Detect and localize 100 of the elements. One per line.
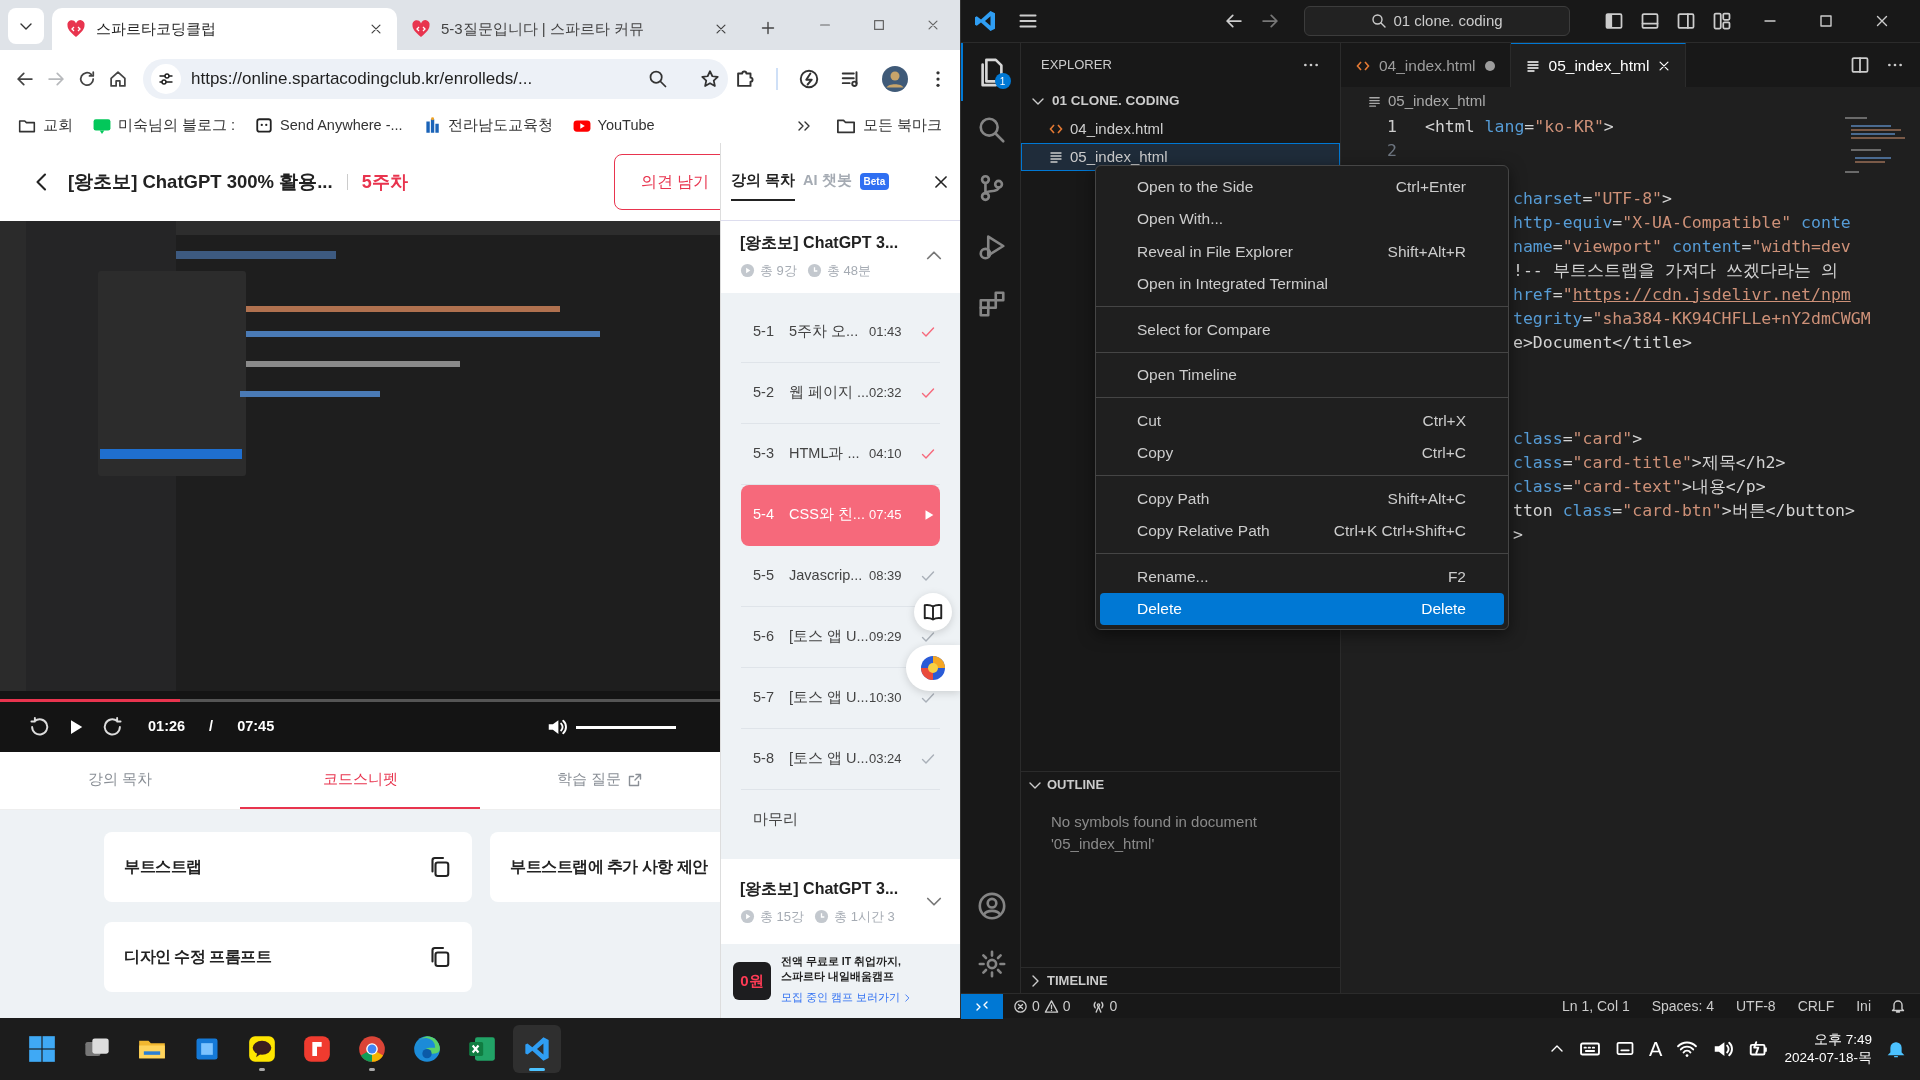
menu-item[interactable]: Open to the Side Ctrl+Enter <box>1100 170 1504 203</box>
editor-tab[interactable]: 05_index_html <box>1510 43 1687 87</box>
lesson-item[interactable]: 5-3 HTML과 ... 04:10 <box>741 423 913 484</box>
address-bar[interactable]: https://online.spartacodingclub.kr/enrolleds/... <box>143 59 728 99</box>
secondary-sidebar-icon[interactable] <box>1676 11 1696 31</box>
panel-tab[interactable]: 강의 목차 <box>731 161 796 202</box>
close-icon[interactable] <box>714 22 728 36</box>
section-title: [왕초보] ChatGPT 3... <box>740 878 900 899</box>
copy-icon[interactable] <box>428 855 452 879</box>
send-icon <box>255 116 274 135</box>
star-icon[interactable] <box>700 69 720 89</box>
lesson-item[interactable]: 5-5 Javascrip... 08:39 <box>741 545 913 606</box>
status-item[interactable]: Spaces: 4 <box>1640 995 1725 1017</box>
bookmark[interactable]: Send Anywhere -... <box>255 114 403 137</box>
site-info-icon[interactable] <box>151 64 181 94</box>
notifications-icon[interactable] <box>1886 1039 1906 1059</box>
menu-item[interactable]: Copy Ctrl+C <box>1100 436 1504 469</box>
sidebar-layout-icon[interactable] <box>1604 11 1624 31</box>
snippet-card[interactable]: 부트스트랩에 추가 사항 제안 <box>490 832 720 902</box>
line-number: 1 <box>1386 115 1398 138</box>
code-line: http-equiv="X-UA-Compatible" conte <box>1513 211 1851 234</box>
text-file-icon <box>1048 149 1064 165</box>
feedback-button[interactable]: 의견 남기 <box>614 154 720 210</box>
notifications-icon[interactable] <box>1890 998 1906 1014</box>
menu-item[interactable]: Reveal in File Explorer Shift+Alt+R <box>1100 235 1504 268</box>
command-center[interactable]: 01 clone. coding <box>1304 6 1570 36</box>
remote-button[interactable] <box>961 993 1003 1019</box>
snippet-card[interactable]: 디자인 수정 프롬프트 <box>104 922 472 992</box>
book-icon <box>922 601 944 623</box>
clock-icon <box>814 908 830 924</box>
lesson-item[interactable]: 5-8 [토스 앱 U...03:24 <box>741 728 913 789</box>
week-label: 5주차 <box>361 170 408 194</box>
breadcrumb-item[interactable]: 05_index_html <box>1341 87 1920 115</box>
menu-item[interactable]: Delete Delete <box>1100 592 1504 625</box>
menu-item[interactable]: Copy Relative Path Ctrl+K Ctrl+Shift+C <box>1100 514 1504 547</box>
port-count: 0 <box>1109 996 1118 1016</box>
code-line: charset="UTF-8"> <box>1513 187 1672 210</box>
menu-item[interactable]: Rename... F2 <box>1100 560 1504 593</box>
menu-item[interactable]: Select for Compare <box>1100 313 1504 346</box>
line-number: 2 <box>1386 139 1398 162</box>
tab-search-button[interactable] <box>8 8 44 44</box>
snippet-title: 부트스트랩에 추가 사항 제안 <box>510 857 708 877</box>
file-row[interactable]: 04_index.html <box>1021 115 1340 143</box>
external-link-icon <box>627 771 644 788</box>
close-icon[interactable] <box>369 22 383 36</box>
layout-icon[interactable] <box>1712 11 1732 31</box>
avatar-icon[interactable] <box>882 66 908 92</box>
lesson-item[interactable]: 5-2 웹 페이지 ...02:32 <box>741 362 913 423</box>
play-circle-icon <box>740 908 755 924</box>
course-title: [왕초보] ChatGPT 300% 활용... <box>68 170 333 195</box>
promo-link[interactable]: 모집 중인 캠프 보러가기 <box>781 989 912 1006</box>
lesson-title[interactable]: 마무리 <box>741 809 798 831</box>
status-item[interactable]: UTF-8 <box>1724 995 1787 1017</box>
status-item[interactable]: CRLF <box>1786 995 1846 1017</box>
copy-icon[interactable] <box>428 945 452 969</box>
zoom-icon[interactable] <box>648 69 668 89</box>
menu-item[interactable]: Copy Path Shift+Alt+C <box>1100 482 1504 515</box>
extensions-icon[interactable] <box>734 68 756 90</box>
lesson-item[interactable]: 5-6 [토스 앱 U...09:29 <box>741 606 913 667</box>
search-icon <box>1371 13 1388 29</box>
bookmark[interactable]: YouTube <box>572 114 655 137</box>
browser-tab[interactable]: 5-3질문입니다 | 스파르타 커뮤 <box>397 8 742 50</box>
status-item[interactable]: Ln 1, Col 1 <box>1551 995 1641 1017</box>
menu-item[interactable]: Open With... <box>1100 202 1504 235</box>
performance-icon[interactable] <box>798 68 820 90</box>
clock-time[interactable]: 오후 7:49 <box>1784 1030 1872 1049</box>
time-separator: / <box>209 717 214 737</box>
code-line: class="card-text">내용</p> <box>1513 475 1766 498</box>
forward-icon[interactable] <box>102 716 124 738</box>
code-line: <html lang="ko-KR"> <box>1425 115 1614 138</box>
folder-row[interactable]: 01 CLONE. CODING <box>1021 87 1340 115</box>
menu-item[interactable]: Cut Ctrl+X <box>1100 404 1504 437</box>
section-header[interactable]: OUTLINE <box>1021 771 1340 797</box>
volume-fill[interactable] <box>576 725 676 729</box>
status-item[interactable]: Ini <box>1845 995 1882 1017</box>
assistant-button[interactable] <box>906 645 960 691</box>
bookmark[interactable]: 교회 <box>18 114 73 137</box>
bookmark[interactable]: 전라남도교육청 <box>422 114 553 137</box>
promo-thumbnail[interactable]: 0원 <box>733 962 771 1000</box>
menu-item[interactable]: Open in Integrated Terminal <box>1100 267 1504 300</box>
lesson-item[interactable]: 5-7 [토스 앱 U...10:30 <box>741 667 913 728</box>
error-icon <box>1013 998 1028 1014</box>
snippet-title: 부트스트랩 <box>124 857 202 877</box>
lesson-item[interactable]: 5-1 5주차 오... 01:43 <box>741 301 913 362</box>
ports-status[interactable]: 0 <box>1080 995 1128 1017</box>
section-title: [왕초보] ChatGPT 3... <box>740 233 900 253</box>
snippet-card[interactable]: 부트스트랩 <box>104 832 472 902</box>
browser-tab[interactable]: 스파르타코딩클럽 <box>52 8 397 50</box>
rewind-icon[interactable] <box>28 716 50 738</box>
bookmark[interactable]: 미숙님의 블로그 : <box>93 114 236 137</box>
panel-layout-icon[interactable] <box>1640 11 1660 31</box>
input-method[interactable]: A <box>1649 1034 1663 1064</box>
warning-icon <box>1043 998 1059 1014</box>
problems-status[interactable]: 0 0 <box>1003 995 1081 1017</box>
menu-item[interactable]: Open Timeline <box>1100 358 1504 391</box>
all-bookmarks[interactable]: 모든 북마크 <box>835 114 942 137</box>
split-editor-icon[interactable] <box>1850 55 1870 75</box>
clock-date[interactable]: 2024-07-18-목 <box>1784 1049 1872 1068</box>
editor-app-icon[interactable] <box>513 1025 561 1073</box>
code-line: class="card"> <box>1513 427 1643 450</box>
